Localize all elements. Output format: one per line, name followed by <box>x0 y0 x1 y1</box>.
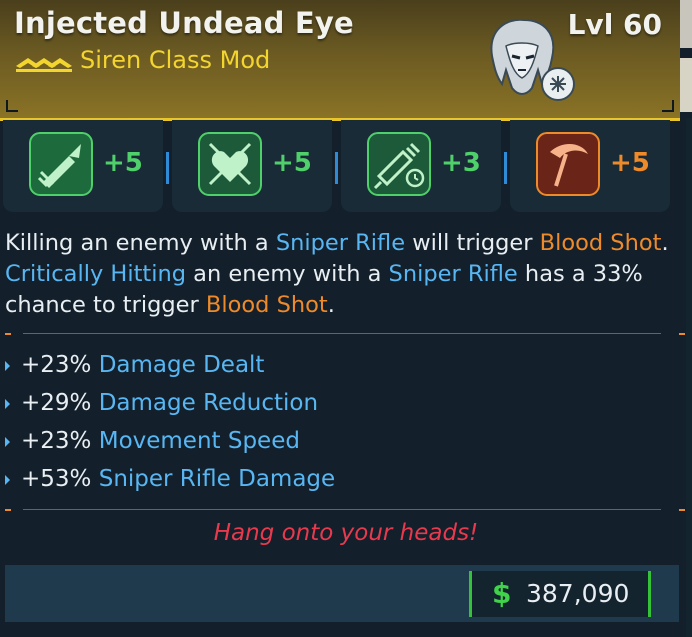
keyword-sniper-rifle: Sniper Rifle <box>388 261 518 287</box>
stat-line: +53% Sniper Rifle Damage <box>21 460 335 498</box>
stat-value: +23% <box>21 352 92 378</box>
flavor-text: Hang onto your heads! <box>213 520 479 546</box>
stat-value: +23% <box>21 428 92 454</box>
keyword-blood-shot: Blood Shot <box>539 230 662 256</box>
skill-separator <box>335 152 338 184</box>
stat-name: Movement Speed <box>98 428 300 454</box>
divider-tick <box>679 509 685 511</box>
divider-line <box>23 509 661 510</box>
scythe-icon <box>536 132 600 196</box>
stat-name: Damage Reduction <box>98 390 319 416</box>
bullet-icon <box>5 437 10 447</box>
skill-separator <box>166 152 169 184</box>
desc-text: . <box>327 292 335 318</box>
panel-edge <box>686 118 692 637</box>
skill-value: +5 <box>103 148 143 178</box>
price-bar: $ 387,090 <box>5 565 679 622</box>
desc-text: an enemy with a <box>186 261 389 287</box>
item-name: Injected Undead Eye <box>14 6 354 40</box>
rarity-chevrons-icon <box>16 58 72 72</box>
skill-value: +5 <box>272 148 312 178</box>
stat-value: +53% <box>21 466 92 492</box>
bullet-icon <box>5 475 10 485</box>
stat-value: +29% <box>21 390 92 416</box>
skill-slot[interactable]: +3 <box>341 120 507 212</box>
divider-line <box>23 333 661 334</box>
stat-name: Damage Dealt <box>98 352 265 378</box>
item-description: Killing an enemy with a Sniper Rifle wil… <box>5 228 685 321</box>
stat-line: +23% Damage Dealt <box>21 346 264 384</box>
item-header: Injected Undead Eye Lvl 60 Siren Class M… <box>0 0 680 121</box>
desc-text: Killing an enemy with a <box>5 230 276 256</box>
skill-value: +3 <box>441 148 481 178</box>
divider-tick <box>679 333 685 335</box>
keyword-critically-hitting: Critically Hitting <box>5 261 187 287</box>
stat-list: +23% Damage Dealt +29% Damage Reduction … <box>5 346 685 498</box>
sniper-dart-icon <box>29 132 93 196</box>
bullet-icon <box>5 361 10 371</box>
skill-separator <box>504 152 507 184</box>
skill-bonuses: +5 +5 +3 +5 <box>3 120 691 212</box>
stat-row: +53% Sniper Rifle Damage <box>5 460 685 498</box>
stat-line: +23% Movement Speed <box>21 422 300 460</box>
keyword-sniper-rifle: Sniper Rifle <box>275 230 406 256</box>
price-amount: 387,090 <box>526 579 630 608</box>
skill-slot[interactable]: +5 <box>3 120 169 212</box>
header-edge-bottom <box>680 58 692 112</box>
header-corner-left <box>6 100 18 112</box>
stat-row: +23% Movement Speed <box>5 422 685 460</box>
skill-value: +5 <box>610 148 650 178</box>
stat-line: +29% Damage Reduction <box>21 384 318 422</box>
stat-row: +23% Damage Dealt <box>5 346 685 384</box>
section-divider <box>5 503 685 517</box>
header-corner-right <box>662 100 674 112</box>
header-edge-top <box>680 0 692 48</box>
keyword-blood-shot: Blood Shot <box>205 292 328 318</box>
stat-row: +29% Damage Reduction <box>5 384 685 422</box>
divider-tick <box>5 333 11 335</box>
syringe-timer-icon <box>367 132 431 196</box>
section-divider <box>5 327 685 341</box>
dollar-icon: $ <box>492 577 512 610</box>
item-type: Siren Class Mod <box>80 46 271 74</box>
desc-text: will trigger <box>405 230 540 256</box>
siren-portrait-icon <box>490 18 575 101</box>
stat-name: Sniper Rifle Damage <box>98 466 336 492</box>
crossed-heart-icon <box>198 132 262 196</box>
skill-slot[interactable]: +5 <box>510 120 670 212</box>
bullet-icon <box>5 399 10 409</box>
skill-slot[interactable]: +5 <box>172 120 338 212</box>
desc-text: . <box>661 230 669 256</box>
price-tag: $ 387,090 <box>469 571 651 617</box>
divider-tick <box>5 509 11 511</box>
